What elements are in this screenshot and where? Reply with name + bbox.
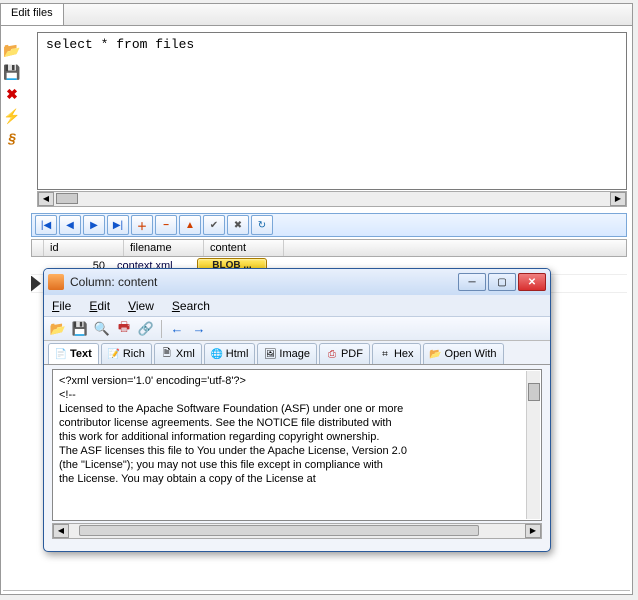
tab-text[interactable]: 📄Text bbox=[48, 343, 99, 364]
content-line: this work for additional information reg… bbox=[59, 430, 535, 444]
scroll-track[interactable] bbox=[54, 192, 610, 206]
row-gutter bbox=[31, 276, 43, 292]
menubar: File Edit View Search bbox=[44, 295, 550, 317]
menu-view[interactable]: View bbox=[128, 299, 154, 313]
tab-strip: Edit files bbox=[1, 4, 632, 26]
delete-icon[interactable]: ✖ bbox=[3, 85, 21, 103]
content-view[interactable]: <?xml version='1.0' encoding='utf-8'?> <… bbox=[52, 369, 542, 521]
first-button[interactable]: |◀ bbox=[35, 215, 57, 235]
col-filename[interactable]: filename bbox=[124, 240, 204, 256]
format-icon[interactable]: § bbox=[3, 129, 21, 147]
menu-file[interactable]: File bbox=[52, 299, 71, 313]
current-row-icon bbox=[31, 276, 41, 292]
window-buttons: ─ ▢ ✕ bbox=[458, 273, 546, 291]
content-line: The ASF licenses this file to You under … bbox=[59, 444, 535, 458]
rich-icon: 📝 bbox=[108, 348, 120, 360]
prev-button[interactable]: ◀ bbox=[59, 215, 81, 235]
save-icon[interactable]: 💾 bbox=[70, 319, 90, 339]
pdf-icon: ⎙ bbox=[326, 348, 338, 360]
forward-icon[interactable]: → bbox=[189, 319, 209, 339]
tab-openwith[interactable]: 📂Open With bbox=[423, 343, 504, 364]
view-tabs: 📄Text 📝Rich 🗎Xml 🌐Html 🖼Image ⎙PDF ⌗Hex … bbox=[44, 341, 550, 365]
maximize-button[interactable]: ▢ bbox=[488, 273, 516, 291]
tab-hex[interactable]: ⌗Hex bbox=[372, 343, 421, 364]
play-button[interactable]: ▶ bbox=[83, 215, 105, 235]
scroll-left-icon[interactable]: ◀ bbox=[53, 524, 69, 538]
left-toolbar: 📂 💾 ✖ ⚡ § bbox=[3, 41, 25, 147]
content-line: Licensed to the Apache Software Foundati… bbox=[59, 402, 535, 416]
back-icon[interactable]: ← bbox=[167, 319, 187, 339]
hscrollbar[interactable]: ◀ ▶ bbox=[52, 523, 542, 539]
blob-viewer-dialog: Column: content ─ ▢ ✕ File Edit View Sea… bbox=[43, 268, 551, 552]
col-content[interactable]: content bbox=[204, 240, 284, 256]
scroll-track[interactable] bbox=[69, 524, 525, 538]
xml-icon: 🗎 bbox=[161, 348, 173, 360]
separator bbox=[161, 320, 162, 338]
cancel-button[interactable]: ✖ bbox=[227, 215, 249, 235]
print-icon[interactable]: 🖶 bbox=[114, 319, 134, 339]
remove-button[interactable]: − bbox=[155, 215, 177, 235]
menu-edit[interactable]: Edit bbox=[89, 299, 110, 313]
scroll-thumb[interactable] bbox=[56, 193, 78, 204]
scroll-right-icon[interactable]: ▶ bbox=[525, 524, 541, 538]
find-icon[interactable]: 🔍 bbox=[92, 319, 112, 339]
open-icon[interactable]: 📂 bbox=[48, 319, 68, 339]
commit-button[interactable]: ✔ bbox=[203, 215, 225, 235]
tab-xml[interactable]: 🗎Xml bbox=[154, 343, 202, 364]
scroll-left-icon[interactable]: ◀ bbox=[38, 192, 54, 206]
minimize-button[interactable]: ─ bbox=[458, 273, 486, 291]
dialog-title: Column: content bbox=[70, 275, 458, 289]
scroll-thumb[interactable] bbox=[528, 383, 540, 401]
open-icon[interactable]: 📂 bbox=[3, 41, 21, 59]
col-id[interactable]: id bbox=[44, 240, 124, 256]
save-icon[interactable]: 💾 bbox=[3, 63, 21, 81]
scroll-right-icon[interactable]: ▶ bbox=[610, 192, 626, 206]
content-line: (the "License"); you may not use this fi… bbox=[59, 458, 535, 472]
content-line: the License. You may obtain a copy of th… bbox=[59, 472, 535, 486]
up-button[interactable]: ▲ bbox=[179, 215, 201, 235]
scroll-thumb[interactable] bbox=[79, 525, 479, 536]
tab-image[interactable]: 🖼Image bbox=[257, 343, 317, 364]
sql-editor[interactable]: select * from files bbox=[37, 32, 627, 190]
dialog-toolbar: 📂 💾 🔍 🖶 🔗 ← → bbox=[44, 317, 550, 341]
content-line: contributor license agreements. See the … bbox=[59, 416, 535, 430]
tab-rich[interactable]: 📝Rich bbox=[101, 343, 152, 364]
link-icon[interactable]: 🔗 bbox=[136, 319, 156, 339]
next-button[interactable]: ▶| bbox=[107, 215, 129, 235]
text-icon: 📄 bbox=[55, 348, 67, 360]
row-gutter-header bbox=[32, 240, 44, 256]
grid-header: id filename content bbox=[31, 239, 627, 257]
hex-icon: ⌗ bbox=[379, 348, 391, 360]
content-line: <?xml version='1.0' encoding='utf-8'?> bbox=[59, 374, 535, 388]
status-border bbox=[3, 590, 630, 592]
openwith-icon: 📂 bbox=[430, 348, 442, 360]
nav-toolbar: |◀ ◀ ▶ ▶| ＋ − ▲ ✔ ✖ ↻ bbox=[31, 213, 627, 237]
image-icon: 🖼 bbox=[264, 348, 276, 360]
content-line: <!-- bbox=[59, 388, 535, 402]
tab-html[interactable]: 🌐Html bbox=[204, 343, 256, 364]
vscrollbar[interactable] bbox=[526, 371, 540, 519]
titlebar[interactable]: Column: content ─ ▢ ✕ bbox=[44, 269, 550, 295]
globe-icon: 🌐 bbox=[211, 348, 223, 360]
close-button[interactable]: ✕ bbox=[518, 273, 546, 291]
menu-search[interactable]: Search bbox=[172, 299, 210, 313]
refresh-button[interactable]: ↻ bbox=[251, 215, 273, 235]
sql-hscrollbar[interactable]: ◀ ▶ bbox=[37, 191, 627, 207]
run-icon[interactable]: ⚡ bbox=[3, 107, 21, 125]
tab-pdf[interactable]: ⎙PDF bbox=[319, 343, 370, 364]
add-button[interactable]: ＋ bbox=[131, 215, 153, 235]
app-icon bbox=[48, 274, 64, 290]
tab-edit-files[interactable]: Edit files bbox=[1, 4, 64, 25]
